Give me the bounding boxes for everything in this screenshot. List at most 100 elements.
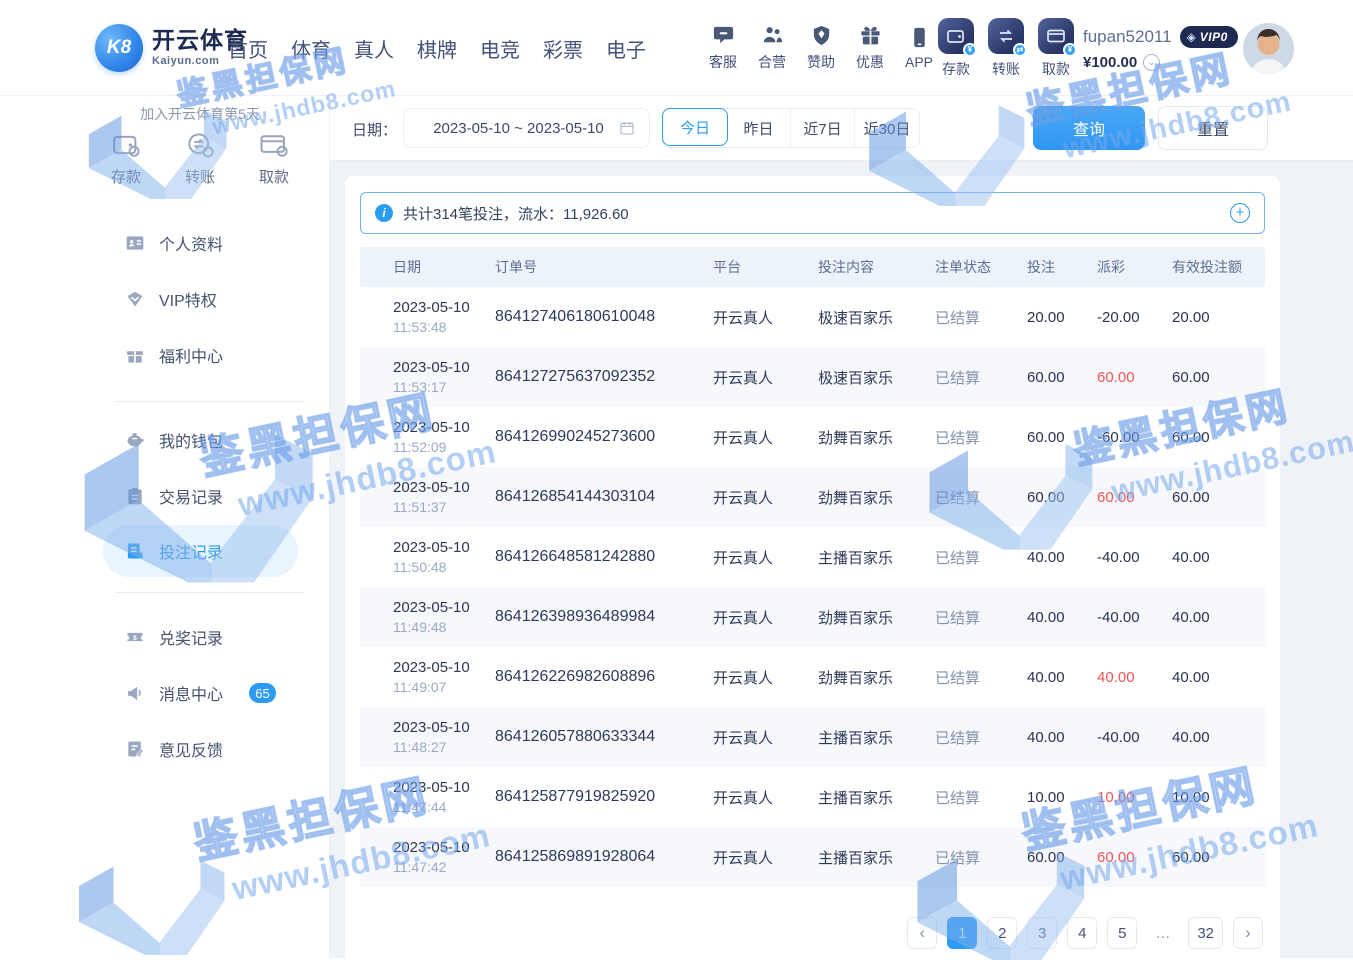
- filter-bar: 日期： 2023-05-10 ~ 2023-05-10 今日 昨日 近7日 近3…: [330, 96, 1353, 161]
- search-button[interactable]: 查询: [1033, 106, 1145, 150]
- vip-badge[interactable]: ◈ VIP0: [1180, 26, 1238, 48]
- sponsor-button[interactable]: 赞助: [802, 24, 840, 72]
- nav-electronic[interactable]: 电子: [606, 34, 646, 63]
- pagination-prev[interactable]: ‹: [907, 917, 937, 949]
- sidebar-transfer-button[interactable]: 转账: [170, 130, 230, 187]
- pagination-ellipsis: …: [1147, 917, 1178, 949]
- pagination-page-3[interactable]: 3: [1027, 917, 1057, 949]
- clipboard-icon: [125, 486, 145, 506]
- partners-icon: [761, 24, 784, 47]
- deposit-label: 存款: [942, 59, 970, 79]
- table-row: 2023-05-1011:49:48 864126398936489984 开云…: [360, 587, 1265, 647]
- feedback-icon: [125, 739, 145, 759]
- range-30days-button[interactable]: 近30日: [855, 109, 919, 147]
- sidebar-quick-actions: 存款 转账 取款: [96, 130, 304, 187]
- nav-cards[interactable]: 棋牌: [417, 34, 457, 63]
- partners-button[interactable]: 合营: [753, 24, 791, 72]
- promotions-label: 优惠: [856, 52, 884, 72]
- table-row: 2023-05-1011:52:09 864126990245273600 开云…: [360, 407, 1265, 467]
- info-icon: i: [375, 204, 393, 222]
- nav-live[interactable]: 真人: [354, 34, 394, 63]
- withdraw-button[interactable]: ¥ 取款: [1036, 18, 1076, 79]
- range-7days-button[interactable]: 近7日: [791, 109, 855, 147]
- pagination-next[interactable]: ›: [1233, 917, 1263, 949]
- sidebar-item-transactions[interactable]: 交易记录: [103, 470, 298, 522]
- deposit-badge-icon: ¥: [963, 43, 977, 57]
- date-label: 日期：: [352, 119, 397, 140]
- sidebar-item-messages[interactable]: 消息中心 65: [103, 667, 298, 719]
- app-label: APP: [905, 54, 933, 70]
- records-card: i 共计314笔投注，流水：11,926.60 + 日期 订单号 平台 投注内容…: [345, 176, 1280, 958]
- deposit-button[interactable]: ¥ 存款: [936, 18, 976, 79]
- transfer-icon: [185, 130, 215, 160]
- sidebar-deposit-button[interactable]: 存款: [96, 130, 156, 187]
- site-logo[interactable]: K8 开云体育 Kaiyun.com: [95, 24, 248, 72]
- sidebar: 加入开云体育第5天 存款 转账 取款 个人资料 VIP特权 福利中心 我的钱包 …: [0, 96, 330, 958]
- table-row: 2023-05-1011:53:48 864127406180610048 开云…: [360, 287, 1265, 347]
- svg-text:$: $: [133, 635, 137, 642]
- sidebar-item-bet-records[interactable]: 投注记录: [103, 525, 298, 577]
- transfer-button[interactable]: ⇄ 转账: [986, 18, 1026, 79]
- app-download-button[interactable]: APP: [900, 26, 938, 70]
- wallet-3d-icon: ¥: [938, 18, 974, 54]
- balance-dropdown-icon[interactable]: ⌄: [1143, 54, 1160, 71]
- header-quick-icons: 客服 合营 赞助 优惠 APP: [704, 0, 938, 96]
- avatar[interactable]: [1243, 23, 1294, 74]
- sidebar-item-wallet[interactable]: 我的钱包: [103, 414, 298, 466]
- pagination-page-1[interactable]: 1: [947, 917, 977, 949]
- top-header: K8 开云体育 Kaiyun.com 首页 体育 真人 棋牌 电竞 彩票 电子 …: [0, 0, 1353, 96]
- sidebar-divider: [115, 592, 305, 593]
- gift-icon: [125, 345, 145, 365]
- sidebar-item-vip[interactable]: VIP特权: [103, 273, 298, 325]
- ticket-icon: $: [125, 627, 145, 647]
- nav-home[interactable]: 首页: [228, 34, 268, 63]
- table-row: 2023-05-1011:53:17 864127275637092352 开云…: [360, 347, 1265, 407]
- balance-amount: ¥100.00: [1083, 54, 1137, 71]
- card-icon: [259, 130, 289, 160]
- sponsor-label: 赞助: [807, 52, 835, 72]
- pagination-page-32[interactable]: 32: [1188, 917, 1223, 949]
- wallet-actions: ¥ 存款 ⇄ 转账 ¥ 取款: [936, 0, 1076, 96]
- reset-button[interactable]: 重置: [1158, 106, 1268, 150]
- nav-sports[interactable]: 体育: [291, 34, 331, 63]
- table-body: 2023-05-1011:53:48 864127406180610048 开云…: [360, 287, 1265, 887]
- sidebar-item-feedback[interactable]: 意见反馈: [103, 723, 298, 775]
- main-nav: 首页 体育 真人 棋牌 电竞 彩票 电子: [228, 0, 646, 96]
- sidebar-item-welfare[interactable]: 福利中心: [103, 329, 298, 381]
- partners-label: 合营: [758, 52, 786, 72]
- pagination-page-4[interactable]: 4: [1067, 917, 1097, 949]
- withdraw-badge-icon: ¥: [1063, 43, 1077, 57]
- table-row: 2023-05-1011:47:42 864125869891928064 开云…: [360, 827, 1265, 887]
- promotions-button[interactable]: 优惠: [851, 24, 889, 72]
- nav-lottery[interactable]: 彩票: [543, 34, 583, 63]
- customer-service-label: 客服: [709, 52, 737, 72]
- piggy-bank-icon: [125, 430, 145, 450]
- transfer-badge-icon: ⇄: [1013, 43, 1027, 57]
- withdraw-label: 取款: [1042, 59, 1070, 79]
- range-today-button[interactable]: 今日: [662, 108, 728, 146]
- joined-days-text: 加入开云体育第5天: [90, 104, 310, 124]
- customer-service-button[interactable]: 客服: [704, 24, 742, 72]
- pagination-page-5[interactable]: 5: [1107, 917, 1137, 949]
- table-row: 2023-05-1011:47:44 864125877919825920 开云…: [360, 767, 1265, 827]
- main-content: 日期： 2023-05-10 ~ 2023-05-10 今日 昨日 近7日 近3…: [330, 96, 1353, 958]
- pagination-page-2[interactable]: 2: [987, 917, 1017, 949]
- gift-icon: [859, 24, 882, 47]
- sidebar-divider: [115, 401, 305, 402]
- expand-plus-icon[interactable]: +: [1230, 203, 1250, 223]
- sidebar-item-profile[interactable]: 个人资料: [103, 217, 298, 269]
- table-row: 2023-05-1011:50:48 864126648581242880 开云…: [360, 527, 1265, 587]
- table-row: 2023-05-1011:48:27 864126057880633344 开云…: [360, 707, 1265, 767]
- sidebar-item-prize-records[interactable]: $ 兑奖记录: [103, 611, 298, 663]
- date-range-value: 2023-05-10 ~ 2023-05-10: [418, 120, 619, 137]
- bet-records-table: 日期 订单号 平台 投注内容 注单状态 投注 派彩 有效投注额 2023-05-…: [360, 247, 1265, 887]
- range-yesterday-button[interactable]: 昨日: [727, 109, 791, 147]
- summary-bar: i 共计314笔投注，流水：11,926.60 +: [360, 192, 1265, 234]
- sidebar-withdraw-button[interactable]: 取款: [244, 130, 304, 187]
- badge-icon: [810, 24, 833, 47]
- table-row: 2023-05-1011:49:07 864126226982608896 开云…: [360, 647, 1265, 707]
- megaphone-icon: [125, 683, 145, 703]
- transfer-label: 转账: [992, 59, 1020, 79]
- date-range-input[interactable]: 2023-05-10 ~ 2023-05-10: [403, 108, 650, 148]
- nav-esports[interactable]: 电竞: [480, 34, 520, 63]
